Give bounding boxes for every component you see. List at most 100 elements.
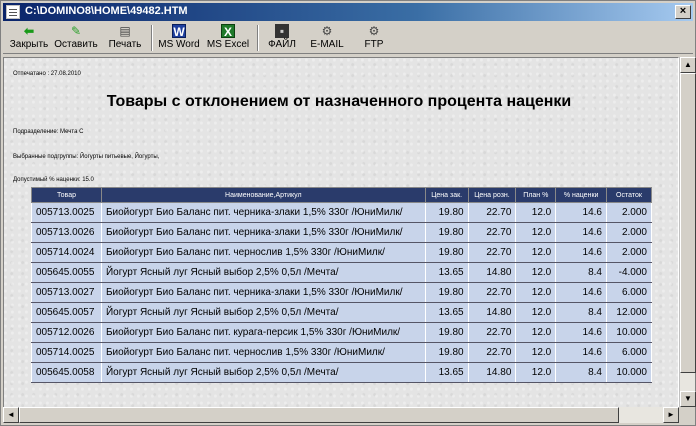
- report-title: Товары с отклонением от назначенного про…: [106, 93, 572, 110]
- cell-purchase-price: 19.80: [424, 242, 469, 263]
- window-title: C:\DOMINO8\HOME\49482.HTM: [25, 5, 188, 17]
- close-button[interactable]: ×: [675, 5, 691, 19]
- excel-icon: X: [221, 24, 235, 39]
- cell-markup: 14.6: [555, 202, 607, 223]
- cell-plan: 12.0: [515, 302, 557, 323]
- cell-name: Йогурт Ясный луг Ясный выбор 2,5% 0,5л /…: [100, 262, 426, 283]
- table-row: 005713.0027 Биойогурт Био Баланс пит. чер…: [31, 282, 652, 303]
- cell-name: Йогурт Ясный луг Ясный выбор 2,5% 0,5л /…: [100, 362, 426, 383]
- header-markup: % наценки: [555, 187, 607, 203]
- cell-markup: 14.6: [555, 342, 607, 363]
- table-row: 005645.0058 Йогурт Ясный луг Ясный выбор …: [31, 362, 652, 383]
- toolbar-separator: [257, 25, 259, 51]
- table-row: 005713.0025 Биойогурт Био Баланс пит. чер…: [31, 202, 652, 223]
- cell-plan: 12.0: [515, 322, 557, 343]
- cell-retail-price: 14.80: [467, 302, 517, 323]
- table-row: 005713.0026 Биойогурт Био Баланс пит. чер…: [31, 222, 652, 243]
- cell-plan: 12.0: [515, 282, 557, 303]
- printed-date: Отпечатано : 27.08.2010: [13, 71, 81, 77]
- cell-purchase-price: 19.80: [424, 282, 469, 303]
- email-label: E-MAIL: [310, 39, 344, 50]
- close-report-label: Закрыть: [9, 39, 49, 50]
- report-window: C:\DOMINO8\HOME\49482.HTM × ⬅ Закрыть ✎ …: [0, 0, 696, 426]
- cell-product-code: 005645.0057: [31, 302, 102, 323]
- cell-markup: 8.4: [555, 302, 607, 323]
- title-bar[interactable]: C:\DOMINO8\HOME\49482.HTM ×: [3, 3, 693, 21]
- ftp-button[interactable]: ⚙ FTP: [359, 24, 389, 53]
- cell-stock: 10.000: [606, 322, 652, 343]
- gear-icon: ⚙: [321, 24, 333, 38]
- cell-stock: -4.000: [606, 262, 652, 283]
- table-row: 005712.0026 Биойогурт Био Баланс пит. кур…: [31, 322, 652, 343]
- cell-stock: 2.000: [606, 222, 652, 243]
- cell-plan: 12.0: [515, 242, 557, 263]
- cell-plan: 12.0: [515, 342, 557, 363]
- cell-stock: 6.000: [606, 342, 652, 363]
- cell-purchase-price: 13.65: [424, 362, 469, 383]
- cell-purchase-price: 19.80: [424, 202, 469, 223]
- cell-markup: 8.4: [555, 362, 607, 383]
- toolbar: ⬅ Закрыть ✎ Оставить ▤ Печать W MS Word …: [3, 22, 693, 54]
- cell-purchase-price: 19.80: [424, 342, 469, 363]
- pin-icon: ✎: [70, 24, 82, 38]
- cell-name: Биойогурт Био Баланс пит. курага-персик …: [100, 322, 426, 343]
- cell-stock: 2.000: [606, 202, 652, 223]
- table-header-row: Товар Наименование,Артикул Цена зак. Цен…: [31, 187, 652, 203]
- cell-retail-price: 22.70: [467, 242, 517, 263]
- cell-markup: 14.6: [555, 282, 607, 303]
- ms-word-label: MS Word: [158, 39, 200, 50]
- disk-icon: ▪: [275, 24, 289, 38]
- scroll-right-button[interactable]: ►: [663, 407, 679, 423]
- header-retail-price: Цена розн.: [467, 187, 517, 203]
- ftp-label: FTP: [364, 39, 384, 50]
- cell-markup: 8.4: [555, 262, 607, 283]
- cell-purchase-price: 13.65: [424, 262, 469, 283]
- keep-button[interactable]: ✎ Оставить: [53, 24, 99, 53]
- scroll-up-button[interactable]: ▲: [680, 57, 696, 73]
- cell-markup: 14.6: [555, 222, 607, 243]
- cell-retail-price: 22.70: [467, 322, 517, 343]
- cell-retail-price: 22.70: [467, 222, 517, 243]
- deviation-table: Товар Наименование,Артикул Цена зак. Цен…: [31, 187, 652, 383]
- cell-product-code: 005712.0026: [31, 322, 102, 343]
- scroll-down-button[interactable]: ▼: [680, 391, 696, 407]
- cell-product-code: 005713.0027: [31, 282, 102, 303]
- cell-stock: 6.000: [606, 282, 652, 303]
- subgroups-line: Выбранные подгруппы: Йогурты питьевые, Й…: [13, 154, 160, 160]
- cell-product-code: 005714.0024: [31, 242, 102, 263]
- cell-retail-price: 14.80: [467, 362, 517, 383]
- cell-markup: 14.6: [555, 242, 607, 263]
- table-row: 005645.0057 Йогурт Ясный луг Ясный выбор …: [31, 302, 652, 323]
- horizontal-scroll-thumb[interactable]: [19, 407, 619, 423]
- cell-purchase-price: 19.80: [424, 322, 469, 343]
- cell-retail-price: 22.70: [467, 342, 517, 363]
- toolbar-separator: [151, 25, 153, 51]
- cell-stock: 10.000: [606, 362, 652, 383]
- cell-plan: 12.0: [515, 262, 557, 283]
- cell-purchase-price: 13.65: [424, 302, 469, 323]
- ms-excel-button[interactable]: X MS Excel: [205, 24, 251, 53]
- print-button[interactable]: ▤ Печать: [105, 24, 145, 53]
- close-report-button[interactable]: ⬅ Закрыть: [9, 24, 49, 53]
- table-row: 005714.0025 Биойогурт Био Баланс пит. чер…: [31, 342, 652, 363]
- cell-retail-price: 14.80: [467, 262, 517, 283]
- table-row: 005714.0024 Биойогурт Био Баланс пит. чер…: [31, 242, 652, 263]
- gear-icon: ⚙: [368, 24, 380, 38]
- cell-name: Биойогурт Био Баланс пит. чернослив 1,5%…: [100, 342, 426, 363]
- cell-name: Биойогурт Био Баланс пит. черника-злаки …: [100, 282, 426, 303]
- header-name: Наименование,Артикул: [100, 187, 426, 203]
- cell-product-code: 005713.0026: [31, 222, 102, 243]
- vertical-scroll-thumb[interactable]: [680, 73, 696, 373]
- document-icon: [6, 5, 20, 19]
- cell-stock: 2.000: [606, 242, 652, 263]
- file-button[interactable]: ▪ ФАЙЛ: [265, 24, 299, 53]
- vertical-scrollbar[interactable]: ▲ ▼: [679, 57, 696, 407]
- print-label: Печать: [108, 39, 142, 50]
- back-arrow-icon: ⬅: [23, 24, 35, 38]
- cell-name: Биойогурт Био Баланс пит. черника-злаки …: [100, 202, 426, 223]
- email-button[interactable]: ⚙ E-MAIL: [307, 24, 347, 53]
- horizontal-scrollbar[interactable]: ◄ ►: [3, 407, 679, 423]
- word-icon: W: [172, 24, 186, 39]
- ms-word-button[interactable]: W MS Word: [157, 24, 201, 53]
- scroll-left-button[interactable]: ◄: [3, 407, 19, 423]
